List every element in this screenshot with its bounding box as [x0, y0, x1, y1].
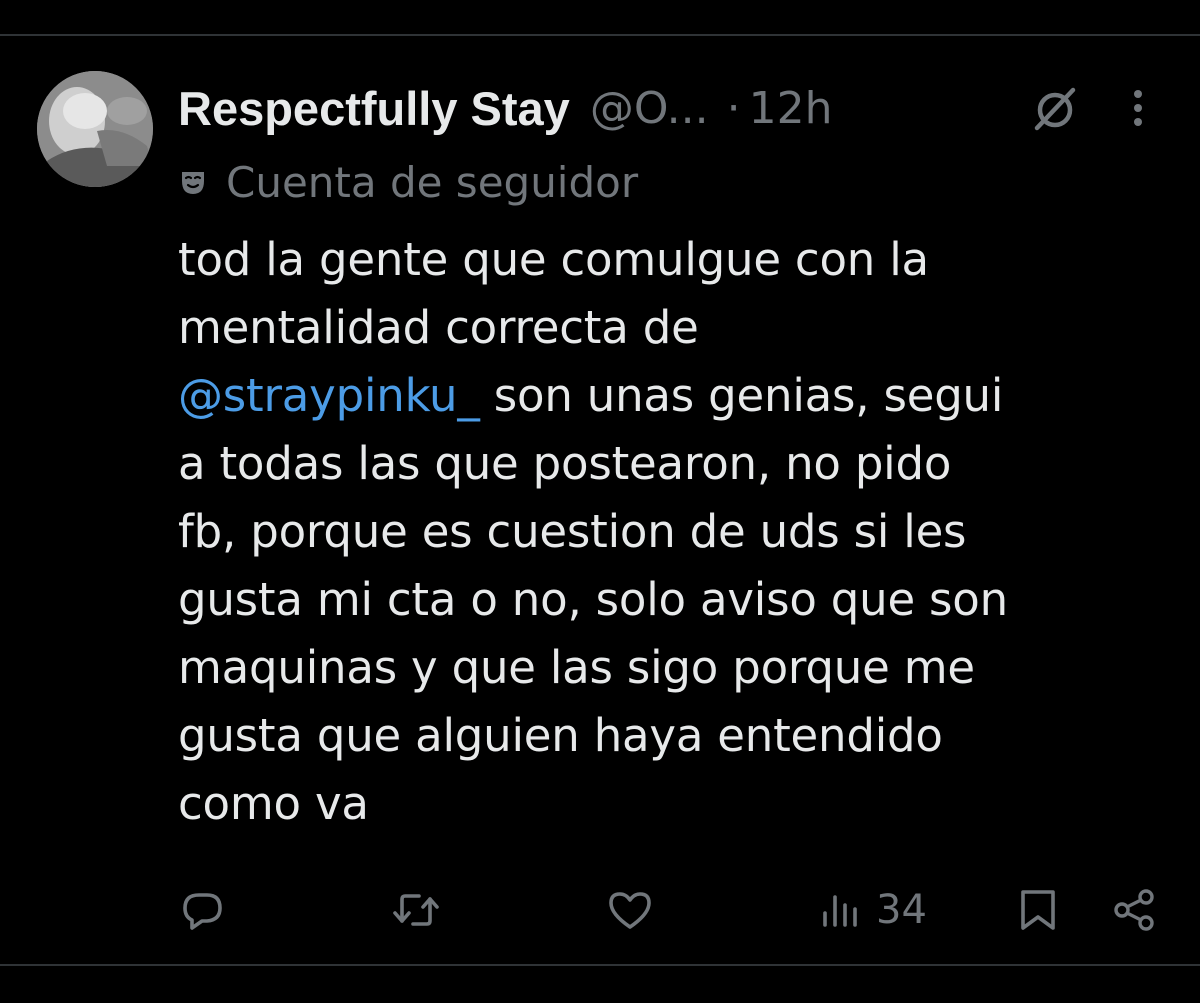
author-handle[interactable]: @O...	[590, 83, 709, 134]
tweet-text: tod la gente que comulgue con la mentali…	[178, 226, 1178, 838]
views-count: 34	[876, 887, 927, 933]
tweet-line: como va	[178, 777, 369, 830]
account-label: Cuenta de seguidor	[178, 156, 638, 208]
bottom-divider	[0, 964, 1200, 966]
bookmark-button[interactable]	[1018, 880, 1058, 940]
tweet-line: gusta mi cta o no, solo aviso que son	[178, 573, 1008, 626]
views-icon	[823, 895, 857, 927]
more-dots-icon	[1134, 90, 1142, 126]
tweet-line: maquinas y que las sigo porque me	[178, 641, 975, 694]
tweet-line: gusta que alguien haya entendido	[178, 709, 943, 762]
views-button[interactable]: 34	[820, 880, 927, 940]
heart-icon	[609, 892, 651, 929]
share-button[interactable]	[1112, 880, 1158, 940]
author-display-name[interactable]: Respectfully Stay	[178, 81, 570, 136]
avatar[interactable]	[37, 71, 153, 187]
more-options-button[interactable]	[1118, 84, 1158, 132]
tweet-line: a todas las que postearon, no pido	[178, 437, 952, 490]
separator-dot: ·	[726, 82, 741, 134]
share-icon	[1114, 889, 1154, 931]
retweet-icon	[393, 894, 439, 926]
retweet-button[interactable]	[391, 880, 441, 940]
reply-icon	[183, 893, 222, 930]
grok-button[interactable]	[1029, 82, 1081, 134]
grok-icon	[1034, 87, 1076, 131]
timestamp[interactable]: 12h	[749, 83, 833, 134]
tweet-line-text: son unas genias, segui	[479, 369, 1004, 422]
account-label-text: Cuenta de seguidor	[226, 157, 639, 207]
top-divider	[0, 34, 1200, 36]
avatar-image	[37, 71, 153, 187]
mention-link[interactable]: @straypinku_	[178, 369, 480, 422]
tweet-line: mentalidad correcta de	[178, 301, 699, 354]
bookmark-icon	[1021, 890, 1055, 930]
tweet-line: @straypinku_ son unas genias, segui	[178, 362, 1178, 430]
reply-button[interactable]	[180, 880, 226, 940]
mask-icon	[178, 167, 208, 197]
tweet-line: fb, porque es cuestion de uds si les	[178, 505, 967, 558]
tweet-header: Respectfully Stay @O... · 12h	[178, 78, 833, 138]
action-bar: 34	[0, 880, 1200, 940]
tweet-line: tod la gente que comulgue con la	[178, 233, 929, 286]
like-button[interactable]	[606, 880, 654, 940]
